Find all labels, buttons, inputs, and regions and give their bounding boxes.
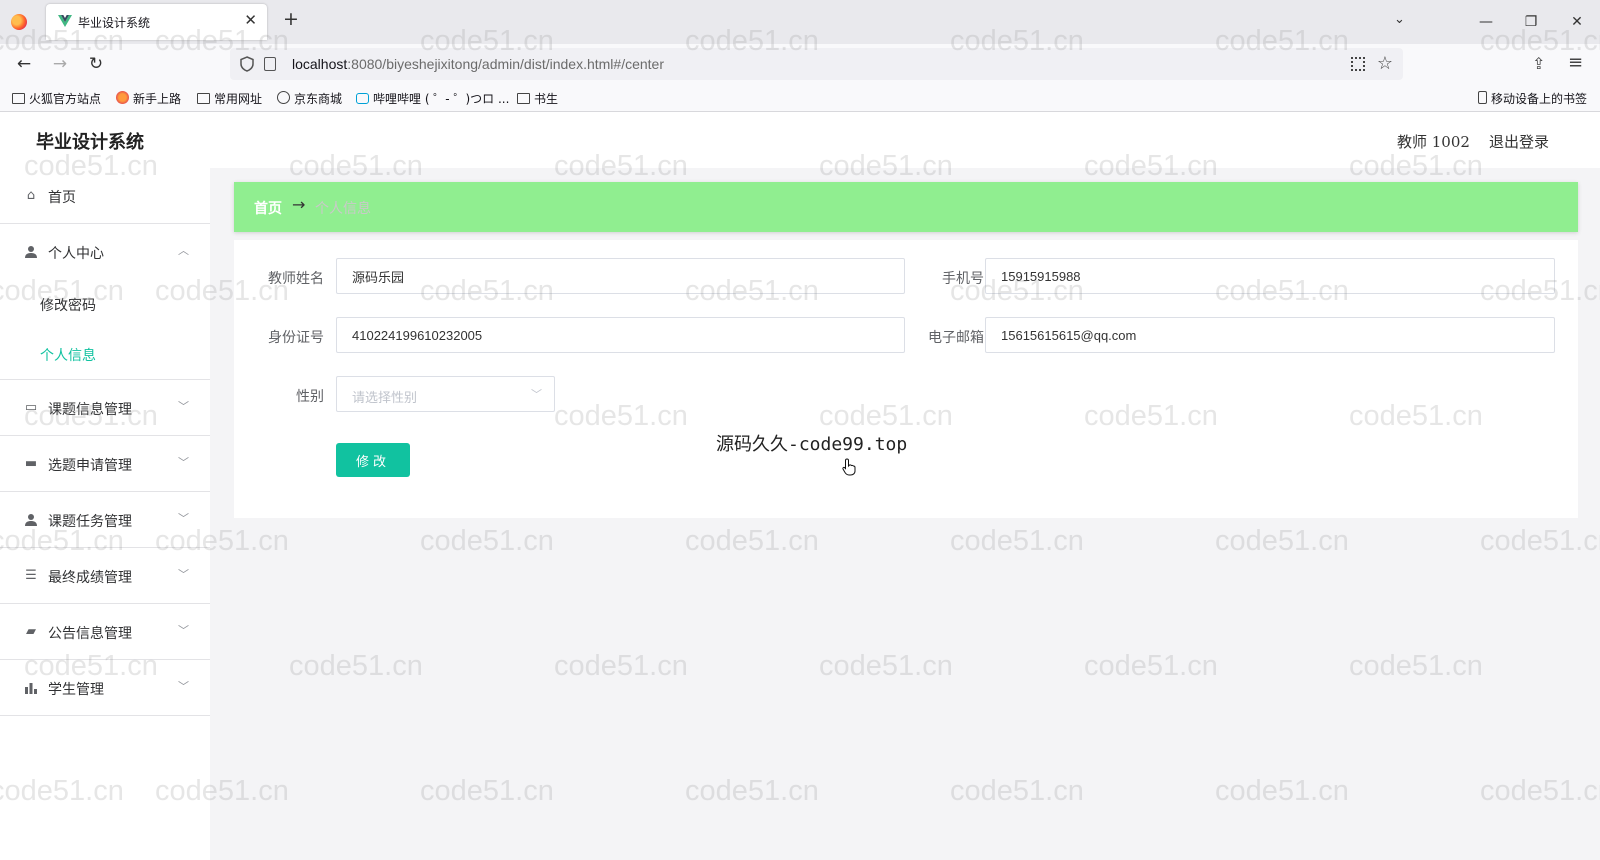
message-icon: ▭ [24, 400, 38, 415]
sidebar-subitem-label: 个人信息 [40, 348, 96, 364]
bilibili-icon [356, 93, 369, 104]
sidebar-item-label: 公告信息管理 [48, 626, 132, 642]
ticket-icon: ▰ [26, 624, 36, 639]
app-root: 毕业设计系统 教师 1002 退出登录 ⌂ 首页 个人中心 ︿ 修改密码 个人信… [0, 112, 1600, 860]
sidebar-item-label: 个人中心 [48, 246, 104, 262]
folder-icon [197, 93, 210, 104]
bar-chart-icon [25, 683, 37, 694]
globe-icon [277, 91, 290, 104]
bookmarks-bar: 火狐官方站点 新手上路 常用网址 京东商城 哔哩哔哩 ( ゜- ゜)つロ ...… [0, 84, 1600, 112]
bookmark-item[interactable]: 京东商城 [277, 90, 342, 107]
browser-tab-bar: 毕业设计系统 ✕ + ⌄ — ❐ ✕ [0, 0, 1600, 44]
app-title: 毕业设计系统 [36, 132, 144, 153]
bookmark-item[interactable]: 常用网址 [197, 90, 262, 107]
star-icon[interactable]: ☆ [1377, 53, 1393, 74]
user-icon [25, 246, 37, 258]
monitor-icon: ▬ [24, 456, 38, 471]
reload-icon[interactable]: ↻ [85, 53, 107, 75]
sidebar-item-topic-info[interactable]: ▭ 课题信息管理 ﹀ [0, 380, 210, 436]
gender-label: 性别 [296, 389, 324, 405]
restore-icon[interactable]: ❐ [1516, 10, 1546, 34]
logout-link[interactable]: 退出登录 [1489, 131, 1549, 152]
home-icon: ⌂ [26, 188, 36, 203]
teacher-name-input[interactable] [336, 258, 905, 294]
sidebar-item-home[interactable]: ⌂ 首页 [0, 168, 210, 224]
sidebar-item-label: 选题申请管理 [48, 458, 132, 474]
id-number-input[interactable] [336, 317, 905, 353]
chevron-down-icon: ﹀ [178, 456, 189, 469]
shield-icon [240, 56, 254, 72]
email-label: 电子邮箱 [928, 330, 984, 346]
sidebar-item-topic-application[interactable]: ▬ 选题申请管理 ﹀ [0, 436, 210, 492]
qr-code-icon[interactable] [1351, 57, 1365, 71]
bookmark-item[interactable]: 哔哩哔哩 ( ゜- ゜)つロ ... [356, 90, 509, 107]
extensions-icon[interactable]: ⇪ [1532, 54, 1545, 73]
chevron-down-icon[interactable]: ⌄ [1394, 12, 1405, 27]
gender-placeholder: 请选择性别 [352, 391, 418, 406]
sidebar: ⌂ 首页 个人中心 ︿ 修改密码 个人信息 ▭ 课题信息管理 ﹀ ▬ 选题申请管… [0, 168, 210, 860]
phone-icon [1478, 91, 1487, 104]
chevron-down-icon: ﹀ [178, 400, 189, 413]
sidebar-item-announcement[interactable]: ▰ 公告信息管理 ﹀ [0, 604, 210, 660]
forward-icon[interactable]: → [49, 53, 71, 75]
sidebar-item-label: 学生管理 [48, 682, 104, 698]
mobile-bookmarks[interactable]: 移动设备上的书签 [1478, 90, 1587, 107]
sidebar-item-label: 课题信息管理 [48, 402, 132, 418]
folder-icon [12, 93, 25, 104]
email-input[interactable] [985, 317, 1555, 353]
modify-button[interactable]: 修改 [336, 443, 410, 477]
overlay-caption: 源码久久-code99.top [716, 434, 908, 455]
vue-logo-icon [58, 15, 72, 27]
bookmark-item[interactable]: 新手上路 [116, 90, 181, 107]
teacher-name-label: 教师姓名 [268, 271, 324, 287]
page-icon [264, 57, 276, 71]
user-icon [25, 514, 37, 526]
url-text: localhost:8080/biyeshejixitong/admin/dis… [292, 56, 665, 72]
sidebar-item-label: 课题任务管理 [48, 514, 132, 530]
sidebar-item-student[interactable]: 学生管理 ﹀ [0, 660, 210, 716]
minimize-icon[interactable]: — [1471, 10, 1501, 34]
bookmark-item[interactable]: 书生 [517, 90, 558, 107]
id-number-label: 身份证号 [268, 330, 324, 346]
phone-label: 手机号 [942, 271, 984, 287]
new-tab-icon[interactable]: + [283, 10, 299, 29]
chevron-down-icon: ﹀ [178, 624, 189, 637]
sidebar-item-personal-center[interactable]: 个人中心 ︿ [0, 224, 210, 280]
firefox-icon [116, 91, 129, 104]
url-bar[interactable]: localhost:8080/biyeshejixitong/admin/dis… [230, 48, 1403, 80]
current-user: 教师 1002 [1397, 133, 1470, 151]
app-header: 毕业设计系统 教师 1002 退出登录 [0, 112, 1600, 168]
back-icon[interactable]: ← [13, 53, 35, 75]
hamburger-menu-icon[interactable]: ≡ [1568, 52, 1583, 73]
bookmark-item[interactable]: 火狐官方站点 [12, 90, 101, 107]
chevron-down-icon: ﹀ [178, 680, 189, 693]
folder-icon [517, 93, 530, 104]
breadcrumb-separator: → [292, 195, 306, 214]
close-tab-icon[interactable]: ✕ [244, 11, 257, 29]
sidebar-item-label: 首页 [48, 190, 76, 206]
breadcrumb-home[interactable]: 首页 [254, 198, 282, 218]
breadcrumb-current: 个人信息 [315, 201, 371, 217]
hand-cursor-icon [842, 458, 856, 476]
gender-select[interactable]: 请选择性别 ﹀ [336, 376, 555, 412]
sidebar-subitem-label: 修改密码 [40, 298, 96, 314]
sidebar-item-final-grade[interactable]: ☰ 最终成绩管理 ﹀ [0, 548, 210, 604]
personal-info-form: 教师姓名 手机号 身份证号 电子邮箱 性别 请选择性别 ﹀ 修改 [234, 240, 1578, 518]
close-window-icon[interactable]: ✕ [1562, 10, 1592, 34]
firefox-icon [11, 14, 27, 30]
chevron-up-icon: ︿ [178, 244, 189, 257]
browser-nav-bar: ← → ↻ localhost:8080/biyeshejixitong/adm… [0, 44, 1600, 84]
breadcrumb: 首页 → 个人信息 [234, 182, 1578, 232]
sidebar-item-topic-task[interactable]: 课题任务管理 ﹀ [0, 492, 210, 548]
chevron-down-icon: ﹀ [178, 512, 189, 525]
chevron-down-icon: ﹀ [531, 388, 542, 401]
sidebar-subitem-personal-info[interactable]: 个人信息 [0, 329, 210, 380]
list-icon: ☰ [25, 568, 37, 583]
sidebar-subitem-change-password[interactable]: 修改密码 [0, 279, 210, 329]
phone-input[interactable] [985, 258, 1555, 294]
sidebar-item-label: 最终成绩管理 [48, 570, 132, 586]
browser-tab[interactable]: 毕业设计系统 ✕ [46, 4, 267, 40]
chevron-down-icon: ﹀ [178, 568, 189, 581]
tab-title: 毕业设计系统 [78, 16, 151, 30]
